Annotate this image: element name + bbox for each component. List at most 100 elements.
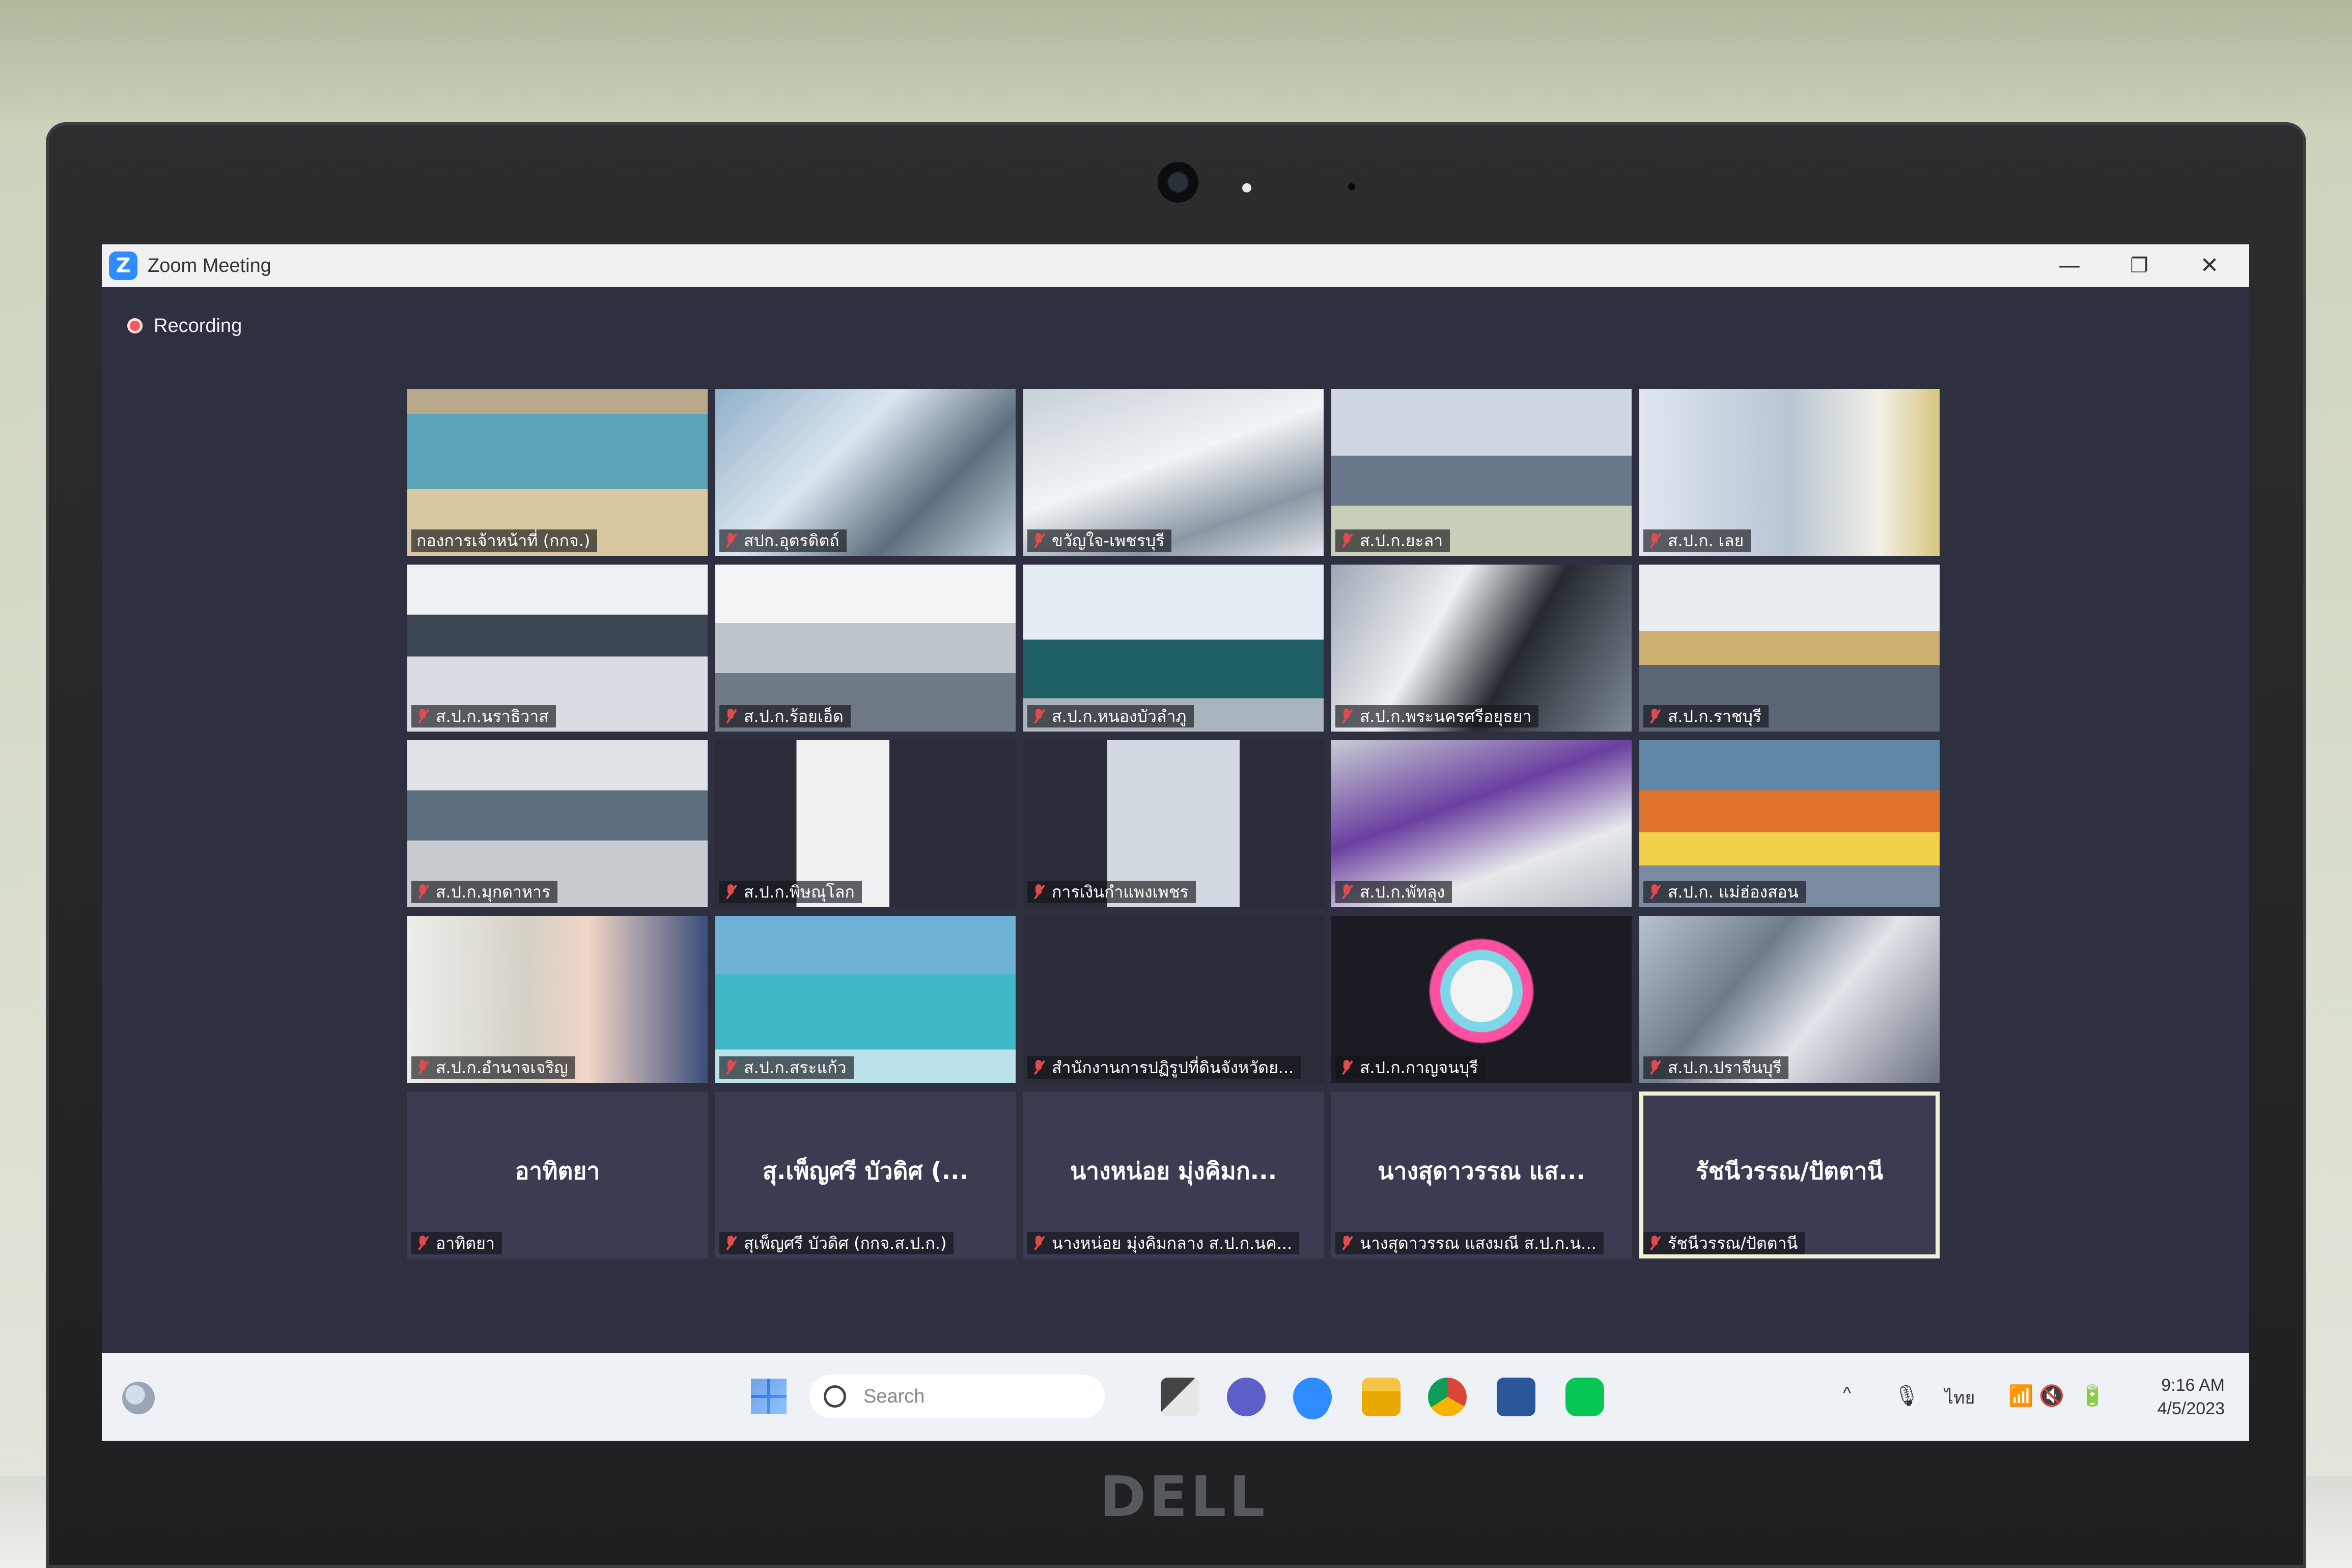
participant-tile[interactable]: ส.ป.ก. เลย	[1639, 389, 1940, 556]
participant-tile[interactable]: ส.ป.ก.อำนาจเจริญ	[407, 916, 708, 1083]
participant-tile[interactable]: ขวัญใจ-เพชรบุรี	[1023, 389, 1324, 556]
webcam	[1158, 162, 1198, 203]
participant-name-tag: ส.ป.ก.สระแก้ว	[719, 1056, 854, 1079]
participant-name: ส.ป.ก.หนองบัวลำภู	[1052, 707, 1187, 726]
participant-name: นางหน่อย มุ่งคิมกลาง ส.ป.ก.นค...	[1052, 1234, 1293, 1253]
participant-name: ส.ป.ก. เลย	[1668, 531, 1744, 550]
participant-name-tag: ส.ป.ก.หนองบัวลำภู	[1027, 705, 1194, 727]
participant-name: ขวัญใจ-เพชรบุรี	[1052, 531, 1165, 550]
participant-tile[interactable]: กองการเจ้าหน้าที่ (กกจ.)	[407, 389, 708, 556]
taskbar-search[interactable]: Search	[809, 1375, 1105, 1418]
file-explorer-icon[interactable]	[1161, 1378, 1199, 1416]
mic-muted-icon	[724, 1060, 738, 1075]
chrome-icon[interactable]	[1428, 1378, 1467, 1416]
mic-muted-icon	[1340, 1060, 1354, 1075]
battery-icon[interactable]: 🔋	[2080, 1384, 2105, 1408]
participant-name: ส.ป.ก.มุกดาหาร	[436, 882, 551, 902]
participant-name-tag: นางสุดาวรรณ แสงมณี ส.ป.ก.น...	[1335, 1232, 1604, 1254]
participant-tile[interactable]: สปก.อุตรดิตถ์	[715, 389, 1016, 556]
meeting-gallery-view: Recording กองการเจ้าหน้าที่ (กกจ.) สปก.อ…	[102, 287, 2249, 1353]
mic-muted-icon	[416, 884, 430, 900]
dell-logo: DELL	[1100, 1464, 1268, 1529]
mic-muted-icon	[1648, 533, 1662, 548]
participant-tile-video-off[interactable]: นางหน่อย มุ่งคิมก... นางหน่อย มุ่งคิมกลา…	[1023, 1091, 1324, 1258]
zoom-app-icon[interactable]	[1293, 1378, 1332, 1416]
language-indicator[interactable]: ไทย	[1945, 1384, 1975, 1411]
participant-tile-active-speaker[interactable]: รัชนีวรรณ/ปัตตานี รัชนีวรรณ/ปัตตานี	[1639, 1091, 1940, 1258]
participant-name-tag: รัชนีวรรณ/ปัตตานี	[1643, 1232, 1805, 1254]
tray-chevron-icon[interactable]: ^	[1843, 1384, 1851, 1404]
participant-name-tag: ส.ป.ก.นราธิวาส	[411, 705, 556, 727]
participant-name: ส.ป.ก.ปราจีนบุรี	[1668, 1058, 1782, 1077]
participant-tile[interactable]: สำนักงานการปฏิรูปที่ดินจังหวัดย...	[1023, 916, 1324, 1083]
minimize-button[interactable]: —	[2036, 244, 2103, 287]
participant-name-tag: ส.ป.ก.กาญจนบุรี	[1335, 1056, 1486, 1079]
participant-name-tag: การเงินกำแพงเพชร	[1027, 881, 1196, 903]
wall	[0, 0, 2352, 132]
participant-name-tag: ส.ป.ก.พิษณุโลก	[719, 881, 862, 903]
close-button[interactable]: ✕	[2176, 244, 2243, 287]
participant-name-tag: สำนักงานการปฏิรูปที่ดินจังหวัดย...	[1027, 1056, 1301, 1079]
recording-label: Recording	[154, 315, 242, 337]
teams-chat-icon[interactable]	[1227, 1378, 1266, 1416]
participant-name-tag: สปก.อุตรดิตถ์	[719, 529, 847, 552]
participant-tile[interactable]: ส.ป.ก.พระนครศรีอยุธยา	[1331, 565, 1632, 732]
microphone-icon[interactable]: 🎙	[1894, 1384, 1920, 1408]
video-grid: กองการเจ้าหน้าที่ (กกจ.) สปก.อุตรดิตถ์ ข…	[407, 389, 1940, 1265]
ambient-sensor	[1348, 183, 1355, 190]
participant-tile-video-off[interactable]: สุ.เพ็ญศรี บัวดิศ (... สุเพ็ญศรี บัวดิศ …	[715, 1091, 1016, 1258]
participant-name-tag: ส.ป.ก. เลย	[1643, 529, 1751, 552]
recording-indicator[interactable]: Recording	[127, 313, 242, 339]
mic-muted-icon	[724, 709, 738, 724]
participant-display-name: อาทิตยา	[515, 1157, 600, 1185]
participant-tile[interactable]: ส.ป.ก.ปราจีนบุรี	[1639, 916, 1940, 1083]
window-titlebar[interactable]: Z Zoom Meeting — ❐ ✕	[102, 244, 2249, 287]
participant-tile[interactable]: ส.ป.ก.กาญจนบุรี	[1331, 916, 1632, 1083]
restore-button[interactable]: ❐	[2106, 244, 2172, 287]
participant-tile[interactable]: การเงินกำแพงเพชร	[1023, 740, 1324, 907]
participant-name-tag: ส.ป.ก.มุกดาหาร	[411, 881, 558, 903]
participant-name-tag: ส.ป.ก.พระนครศรีอยุธยา	[1335, 705, 1539, 727]
participant-name: ส.ป.ก.พิษณุโลก	[744, 882, 855, 902]
participant-display-name: นางสุดาวรรณ แส...	[1378, 1157, 1585, 1185]
folder-icon[interactable]	[1362, 1378, 1401, 1416]
participant-name: ส.ป.ก.ราชบุรี	[1668, 707, 1762, 726]
participant-name-tag: อาทิตยา	[411, 1232, 502, 1254]
participant-tile[interactable]: ส.ป.ก.มุกดาหาร	[407, 740, 708, 907]
participant-name: สุเพ็ญศรี บัวดิศ (กกจ.ส.ป.ก.)	[744, 1234, 947, 1253]
mic-muted-icon	[1340, 533, 1354, 548]
start-button[interactable]	[751, 1379, 787, 1414]
participant-tile[interactable]: ส.ป.ก.ยะลา	[1331, 389, 1632, 556]
clock-time: 9:16 AM	[2161, 1376, 2225, 1395]
windows-taskbar: Search ^ 🎙 ไทย 📶 🔇 🔋 9:16 AM 4/5/2023	[102, 1353, 2249, 1441]
participant-name-tag: ส.ป.ก.ร้อยเอ็ด	[719, 705, 851, 727]
mic-muted-icon	[1648, 709, 1662, 724]
participant-tile-video-off[interactable]: นางสุดาวรรณ แส... นางสุดาวรรณ แสงมณี ส.ป…	[1331, 1091, 1632, 1258]
participant-tile[interactable]: ส.ป.ก.พัทลุง	[1331, 740, 1632, 907]
participant-tile[interactable]: ส.ป.ก.สระแก้ว	[715, 916, 1016, 1083]
word-icon[interactable]	[1497, 1378, 1535, 1416]
clock-date: 4/5/2023	[2157, 1399, 2225, 1418]
zoom-logo-icon: Z	[109, 251, 137, 280]
record-dot-icon	[127, 318, 143, 333]
participant-tile[interactable]: ส.ป.ก.ร้อยเอ็ด	[715, 565, 1016, 732]
participant-tile[interactable]: ส.ป.ก.นราธิวาส	[407, 565, 708, 732]
mic-muted-icon	[1032, 709, 1046, 724]
participant-tile[interactable]: ส.ป.ก. แม่ฮ่องสอน	[1639, 740, 1940, 907]
window-title: Zoom Meeting	[148, 255, 271, 276]
mic-muted-icon	[1340, 709, 1354, 724]
line-app-icon[interactable]	[1565, 1378, 1604, 1416]
participant-tile[interactable]: ส.ป.ก.พิษณุโลก	[715, 740, 1016, 907]
participant-tile-video-off[interactable]: อาทิตยา อาทิตยา	[407, 1091, 708, 1258]
wifi-icon[interactable]: 📶	[2008, 1384, 2034, 1408]
search-icon	[824, 1385, 846, 1408]
participant-name: ส.ป.ก.ร้อยเอ็ด	[744, 707, 844, 726]
volume-muted-icon[interactable]: 🔇	[2039, 1384, 2064, 1408]
taskbar-clock[interactable]: 9:16 AM 4/5/2023	[2123, 1374, 2225, 1420]
participant-name: ส.ป.ก.กาญจนบุรี	[1360, 1058, 1478, 1077]
weather-widget-icon[interactable]	[122, 1382, 155, 1414]
participant-tile[interactable]: ส.ป.ก.หนองบัวลำภู	[1023, 565, 1324, 732]
participant-tile[interactable]: ส.ป.ก.ราชบุรี	[1639, 565, 1940, 732]
participant-name: สำนักงานการปฏิรูปที่ดินจังหวัดย...	[1052, 1058, 1294, 1077]
participant-name: นางสุดาวรรณ แสงมณี ส.ป.ก.น...	[1360, 1234, 1597, 1253]
